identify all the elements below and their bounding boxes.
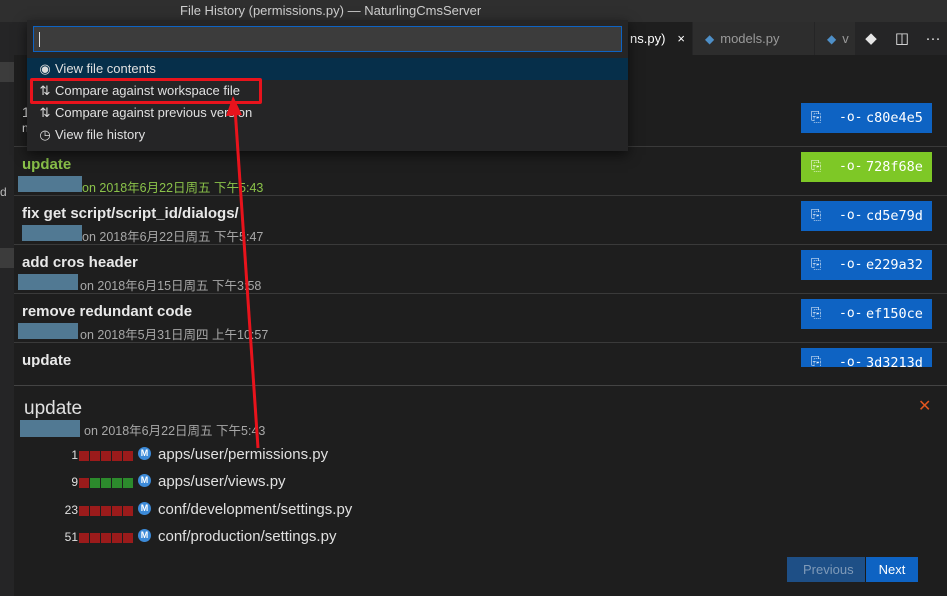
annotation-arrow (226, 96, 260, 449)
